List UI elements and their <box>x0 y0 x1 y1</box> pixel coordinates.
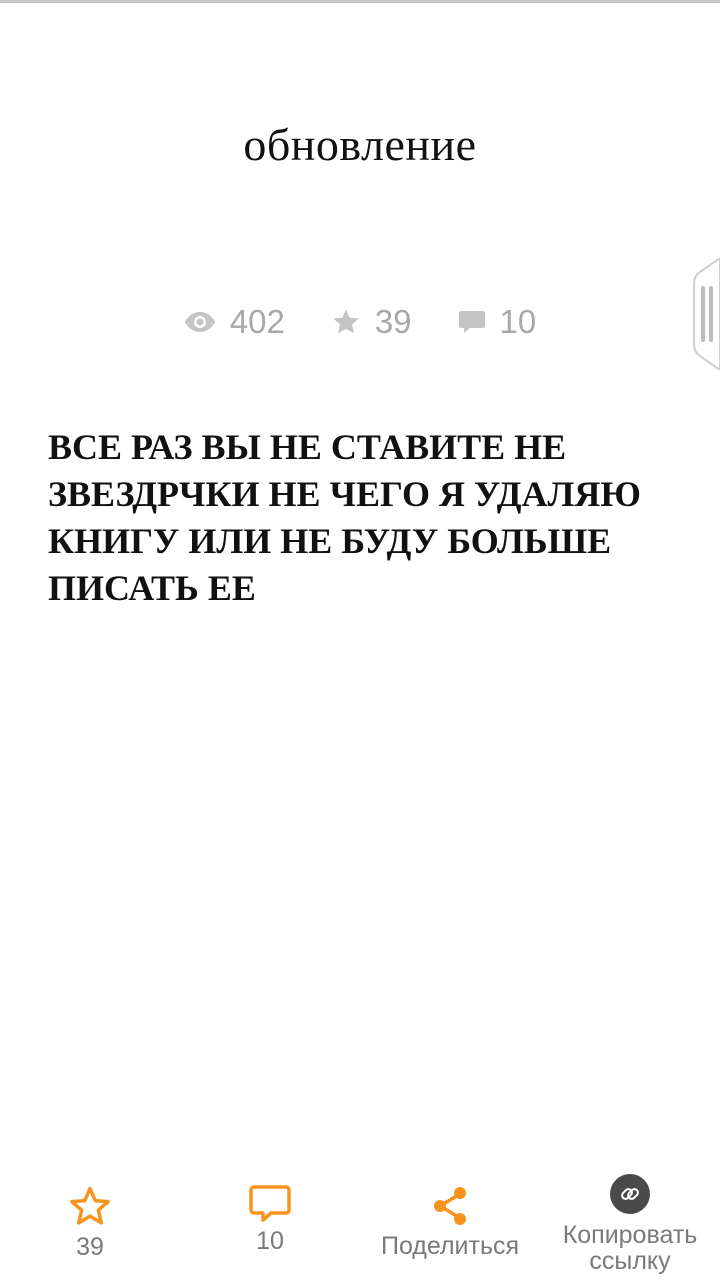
copy-link-label-line1: Копировать <box>562 1221 698 1249</box>
star-icon <box>333 309 359 334</box>
star-outline-icon <box>70 1186 110 1225</box>
comments-count: 10 <box>499 303 537 340</box>
chapter-stats: 402 39 10 <box>0 300 720 344</box>
comment-button[interactable]: 10 <box>210 1160 330 1280</box>
share-label: Поделиться <box>380 1232 520 1260</box>
comments-stat: 10 <box>458 303 537 341</box>
eye-icon <box>184 312 215 332</box>
bottom-action-bar: 39 10 Поделиться Копировать ссылку <box>0 1160 720 1280</box>
top-divider <box>0 0 720 3</box>
copy-link-circle <box>610 1174 650 1214</box>
share-icon <box>434 1187 466 1225</box>
views-stat: 402 <box>184 303 285 341</box>
vote-button[interactable]: 39 <box>30 1160 150 1280</box>
comment-count-label: 10 <box>256 1227 284 1255</box>
link-icon <box>621 1188 639 1200</box>
votes-count: 39 <box>374 303 412 340</box>
speech-bubble-icon <box>249 1185 291 1222</box>
copy-link-label: Копировать ссылку <box>535 1222 720 1274</box>
share-button[interactable]: Поделиться <box>365 1160 535 1280</box>
views-count: 402 <box>229 303 285 340</box>
copy-link-label-line2: ссылку <box>589 1247 671 1275</box>
copy-link-button[interactable]: Копировать ссылку <box>535 1160 720 1280</box>
chapter-body-text: ВСЕ РАЗ ВЫ НЕ СТАВИТЕ НЕ ЗВЕЗДРЧКИ НЕ ЧЕ… <box>48 427 641 608</box>
vote-count-label: 39 <box>76 1233 104 1261</box>
comment-icon <box>458 311 485 333</box>
votes-stat: 39 <box>331 303 412 341</box>
side-drawer-handle[interactable] <box>692 258 720 370</box>
chapter-title: обновление <box>243 119 477 170</box>
